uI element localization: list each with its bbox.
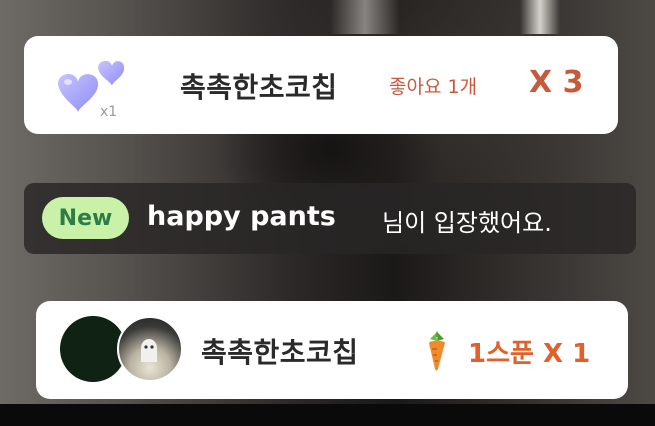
background-highlight bbox=[330, 0, 400, 34]
entry-message: 님이 입장했어요. bbox=[382, 209, 552, 237]
background-highlight bbox=[520, 0, 560, 34]
spoon-username: 촉촉한초코칩 bbox=[201, 336, 359, 369]
spoon-amount: 1스푼 X 1 bbox=[468, 339, 591, 369]
hearts-count-badge: x1 bbox=[100, 104, 117, 118]
carrot-icon bbox=[429, 331, 445, 371]
bottom-bar bbox=[0, 404, 655, 426]
like-label: 좋아요 1개 bbox=[389, 76, 478, 98]
spoon-notification-card: 촉촉한초코칩 1스푼 X 1 bbox=[36, 301, 628, 399]
new-badge: New bbox=[42, 197, 129, 239]
avatar[interactable] bbox=[117, 316, 183, 382]
ghost-icon bbox=[141, 339, 157, 362]
like-notification-card: x1 촉촉한초코칩 좋아요 1개 X 3 bbox=[24, 36, 618, 134]
entry-username[interactable]: happy pants bbox=[147, 201, 336, 232]
like-multiplier: X 3 bbox=[529, 65, 584, 100]
like-username: 촉촉한초코칩 bbox=[180, 71, 338, 104]
hearts-icon: x1 bbox=[58, 61, 124, 118]
entry-notification: New happy pants 님이 입장했어요. bbox=[24, 183, 636, 254]
